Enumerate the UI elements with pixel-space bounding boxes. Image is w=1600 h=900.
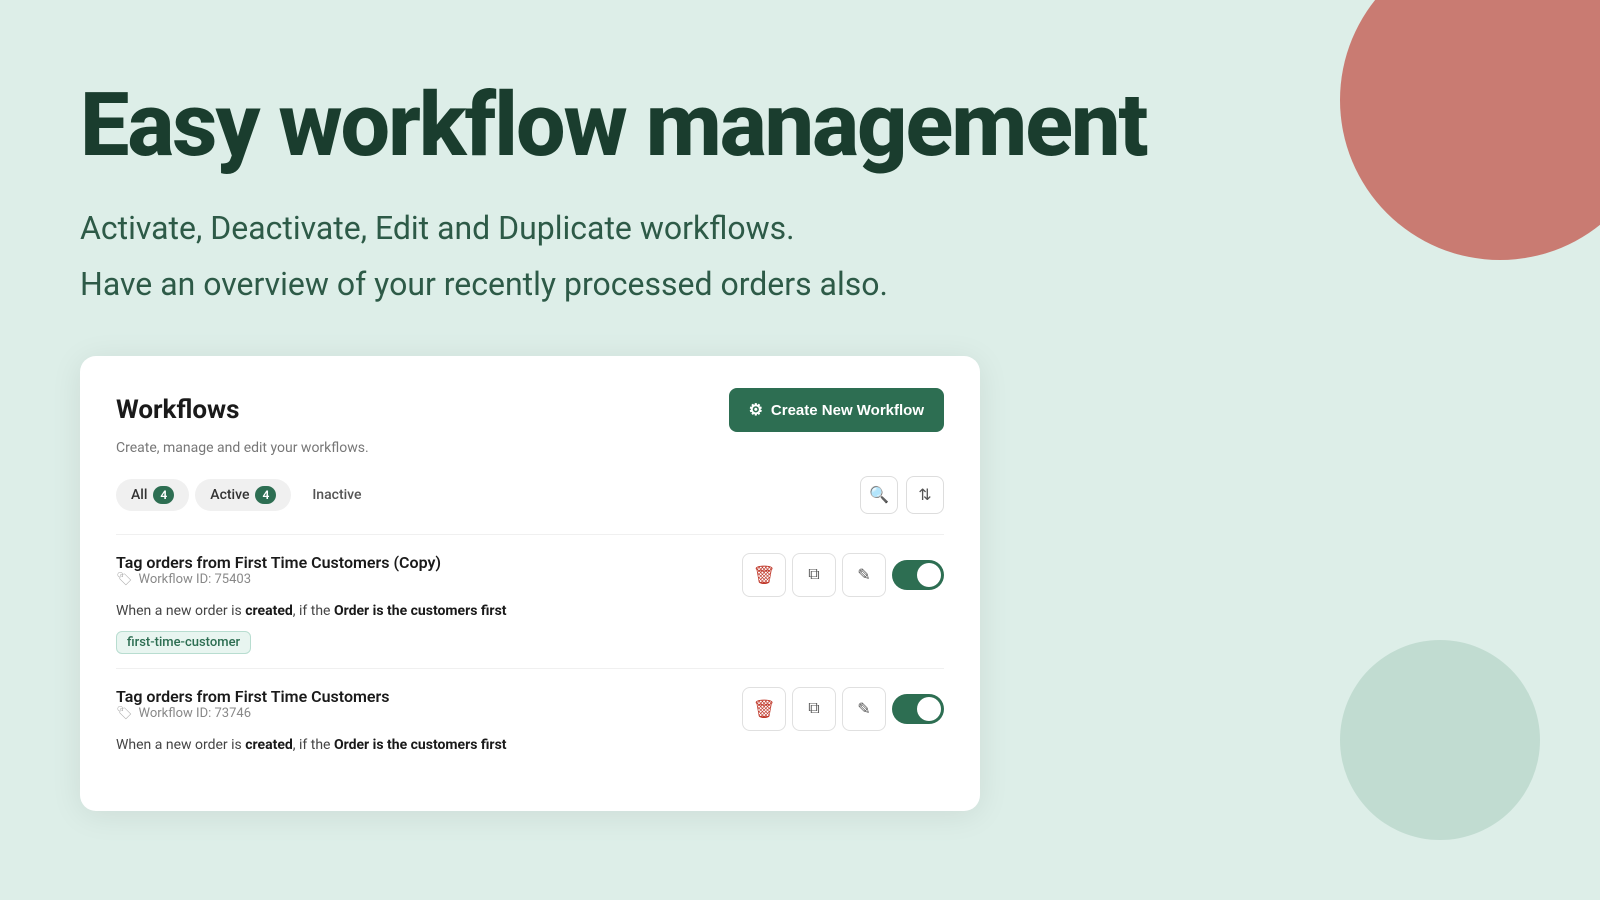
workflow-item-1-edit-button[interactable]: ✎ (842, 553, 886, 597)
hero-subtitle-1: Activate, Deactivate, Edit and Duplicate… (80, 204, 1520, 252)
workflow-item-2-name: Tag orders from First Time Customers (116, 687, 390, 706)
tab-active[interactable]: Active 4 (195, 479, 291, 511)
create-workflow-label: Create New Workflow (771, 402, 924, 419)
copy-icon: ⧉ (808, 566, 819, 584)
gear-icon: ⚙ (749, 400, 763, 420)
tab-all-label: All (131, 487, 147, 503)
workflow-id-icon: 🏷 (116, 572, 133, 587)
workflow-item-1-description: When a new order is created, if the Orde… (116, 603, 944, 619)
workflow-item-1-name: Tag orders from First Time Customers (Co… (116, 553, 441, 572)
workflow-item-2-info: Tag orders from First Time Customers 🏷 W… (116, 687, 390, 731)
delete-icon: 🗑 (753, 565, 776, 586)
page-content: Easy workflow management Activate, Deact… (0, 0, 1600, 811)
tabs-container: All 4 Active 4 Inactive (116, 479, 377, 511)
workflow-item-1-toggle[interactable] (892, 560, 944, 590)
workflow-item-2-description: When a new order is created, if the Orde… (116, 737, 944, 753)
tab-active-badge: 4 (255, 486, 276, 504)
create-workflow-button[interactable]: ⚙ Create New Workflow (729, 388, 944, 432)
card-header: Workflows ⚙ Create New Workflow (116, 388, 944, 432)
search-icon: 🔍 (869, 485, 889, 505)
search-filter-button[interactable]: 🔍 (860, 476, 898, 514)
workflow-item-2-id-text: Workflow ID: 73746 (139, 706, 252, 721)
workflows-card: Workflows ⚙ Create New Workflow Create, … (80, 356, 980, 811)
workflow-item-1-id: 🏷 Workflow ID: 75403 (116, 572, 441, 587)
tab-all-badge: 4 (153, 486, 174, 504)
workflow-item-2-id: 🏷 Workflow ID: 73746 (116, 706, 390, 721)
workflow-item-1-id-text: Workflow ID: 75403 (139, 572, 252, 587)
delete-icon-2: 🗑 (753, 699, 776, 720)
workflow-item-1-actions: 🗑 ⧉ ✎ (742, 553, 944, 597)
card-title: Workflows (116, 395, 240, 425)
tab-tools: 🔍 ⇅ (860, 476, 944, 514)
tab-all[interactable]: All 4 (116, 479, 189, 511)
workflow-item-2-actions: 🗑 ⧉ ✎ (742, 687, 944, 731)
workflow-item-1-tag: first-time-customer (116, 631, 251, 654)
hero-title: Easy workflow management (80, 80, 1520, 172)
workflow-id-icon-2: 🏷 (116, 706, 133, 721)
edit-icon: ✎ (857, 565, 870, 585)
sort-button[interactable]: ⇅ (906, 476, 944, 514)
workflow-item-1-copy-button[interactable]: ⧉ (792, 553, 836, 597)
sort-icon: ⇅ (918, 485, 931, 505)
hero-subtitle-2: Have an overview of your recently proces… (80, 260, 1520, 308)
tab-active-label: Active (210, 487, 249, 503)
tab-inactive[interactable]: Inactive (297, 480, 376, 510)
workflow-item-1: Tag orders from First Time Customers (Co… (116, 534, 944, 668)
edit-icon-2: ✎ (857, 699, 870, 719)
workflow-item-1-header: Tag orders from First Time Customers (Co… (116, 553, 944, 597)
workflow-item-2-copy-button[interactable]: ⧉ (792, 687, 836, 731)
tab-inactive-label: Inactive (312, 487, 361, 503)
workflow-item-2-delete-button[interactable]: 🗑 (742, 687, 786, 731)
workflow-item-1-delete-button[interactable]: 🗑 (742, 553, 786, 597)
workflow-item-2-edit-button[interactable]: ✎ (842, 687, 886, 731)
copy-icon-2: ⧉ (808, 700, 819, 718)
card-description: Create, manage and edit your workflows. (116, 440, 944, 456)
tabs-row: All 4 Active 4 Inactive 🔍 ⇅ (116, 476, 944, 514)
workflow-item-2: Tag orders from First Time Customers 🏷 W… (116, 668, 944, 779)
workflow-item-2-toggle[interactable] (892, 694, 944, 724)
workflow-item-1-info: Tag orders from First Time Customers (Co… (116, 553, 441, 597)
workflow-item-2-header: Tag orders from First Time Customers 🏷 W… (116, 687, 944, 731)
